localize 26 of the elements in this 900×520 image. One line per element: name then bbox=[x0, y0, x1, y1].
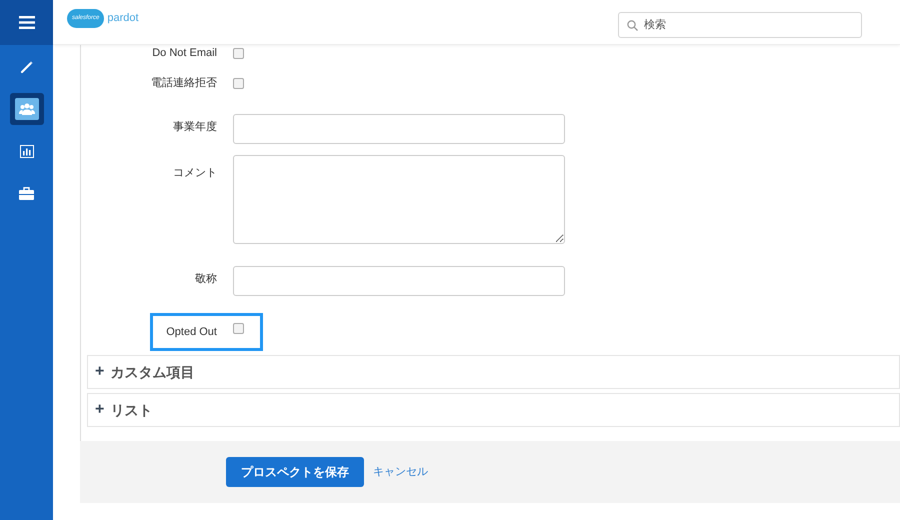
briefcase-icon bbox=[19, 186, 34, 200]
field-label: Opted Out bbox=[165, 324, 217, 340]
sidebar-item[interactable] bbox=[10, 93, 44, 125]
text-field[interactable] bbox=[233, 266, 565, 296]
field-label: Do Not Email bbox=[151, 46, 217, 61]
menu-button[interactable] bbox=[0, 0, 53, 45]
logo-text: pardot bbox=[107, 11, 139, 26]
checkbox[interactable] bbox=[233, 322, 244, 334]
menu-icon bbox=[18, 16, 34, 29]
save-button[interactable]: プロスペクトを保存 bbox=[226, 457, 364, 487]
people-icon bbox=[18, 102, 34, 116]
section-header[interactable]: + リスト bbox=[87, 393, 900, 427]
chart-icon bbox=[20, 144, 34, 158]
field-label: コメント bbox=[172, 166, 217, 181]
field-label: 事業年度 bbox=[172, 120, 217, 135]
comment-field[interactable] bbox=[233, 155, 565, 244]
checkbox[interactable] bbox=[233, 48, 244, 59]
wand-icon bbox=[20, 60, 34, 74]
field-label: 敬称 bbox=[194, 272, 217, 287]
field-label: 電話連絡拒否 bbox=[150, 76, 217, 91]
checkbox[interactable] bbox=[233, 78, 244, 89]
section-header[interactable]: + カスタム項目 bbox=[87, 355, 900, 389]
search-field[interactable]: 検索 bbox=[618, 12, 862, 38]
text-field[interactable] bbox=[233, 114, 565, 144]
cancel-link[interactable]: キャンセル bbox=[373, 464, 428, 480]
search-icon bbox=[627, 20, 638, 31]
